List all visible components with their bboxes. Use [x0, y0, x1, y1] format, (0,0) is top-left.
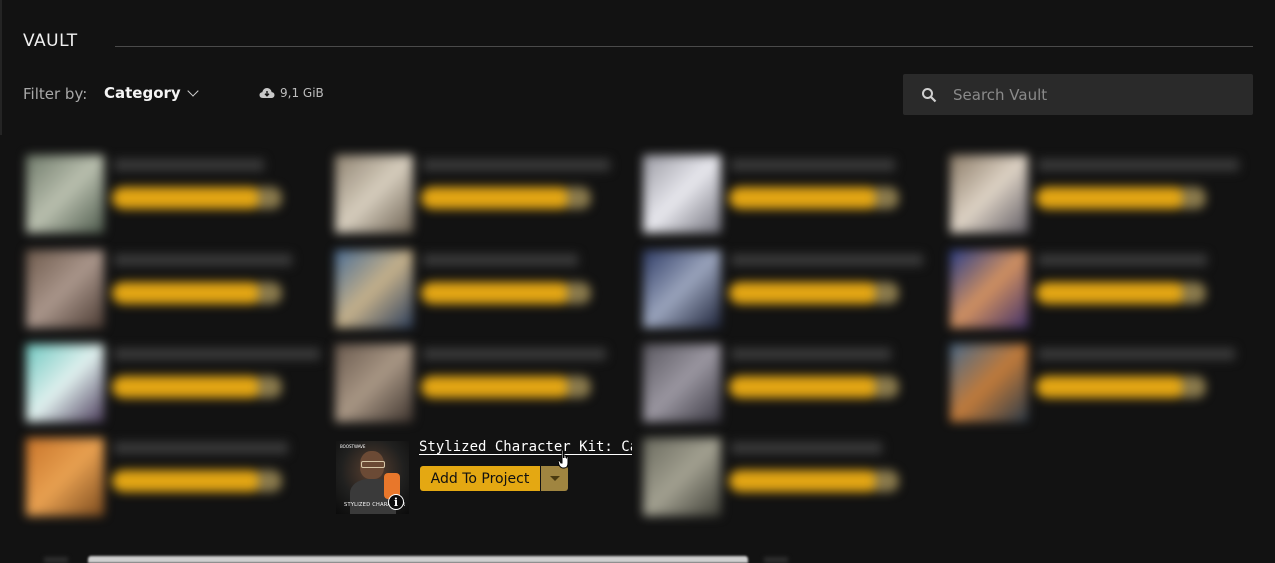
add-to-project-dropdown[interactable]	[875, 376, 899, 398]
asset-thumbnail[interactable]	[26, 344, 104, 422]
search-box[interactable]	[903, 74, 1253, 115]
thumbnail-brand-text: BOOSTWAVE	[340, 444, 366, 449]
page-title: VAULT	[23, 31, 78, 51]
asset-card[interactable]	[26, 344, 326, 434]
asset-thumbnail[interactable]	[26, 155, 104, 233]
add-to-project-dropdown[interactable]	[567, 282, 591, 304]
add-to-project-dropdown[interactable]	[258, 187, 282, 209]
add-to-project-button[interactable]: Add To Project	[420, 466, 540, 491]
asset-card[interactable]	[335, 250, 635, 340]
asset-thumbnail[interactable]	[950, 155, 1028, 233]
add-to-project-button[interactable]	[1036, 282, 1186, 304]
asset-card[interactable]	[950, 250, 1250, 340]
asset-title-placeholder	[731, 348, 891, 360]
add-to-project-button[interactable]	[729, 376, 879, 398]
add-to-project-button[interactable]	[112, 187, 262, 209]
asset-card[interactable]	[950, 155, 1250, 245]
add-to-project-dropdown[interactable]	[258, 376, 282, 398]
asset-title-placeholder	[114, 159, 264, 171]
asset-thumbnail[interactable]	[335, 155, 413, 233]
title-divider	[115, 46, 1253, 47]
add-to-project-button[interactable]	[421, 376, 571, 398]
asset-title-link[interactable]: Stylized Character Kit: Casual 02	[419, 439, 632, 455]
asset-title-placeholder	[731, 159, 895, 171]
asset-title-placeholder	[114, 442, 288, 454]
add-to-project-button[interactable]	[729, 187, 879, 209]
cloud-download-icon	[259, 88, 275, 98]
asset-thumbnail[interactable]	[26, 250, 104, 328]
asset-card[interactable]	[643, 344, 943, 434]
asset-thumbnail[interactable]	[950, 344, 1028, 422]
add-to-project-dropdown[interactable]	[875, 470, 899, 492]
asset-card[interactable]	[643, 250, 943, 340]
add-to-project-dropdown[interactable]	[567, 376, 591, 398]
category-dropdown[interactable]: Category	[104, 84, 199, 102]
search-icon	[922, 87, 937, 102]
asset-card[interactable]	[26, 438, 326, 528]
add-to-project-button[interactable]	[1036, 187, 1186, 209]
add-to-project-dropdown[interactable]	[875, 187, 899, 209]
info-icon[interactable]: i	[388, 494, 404, 510]
asset-card[interactable]	[643, 155, 943, 245]
character-glasses-shape	[361, 461, 385, 468]
add-to-project-dropdown[interactable]	[1182, 282, 1206, 304]
hand-pointer-icon	[558, 449, 569, 469]
category-dropdown-label: Category	[104, 84, 181, 102]
search-input[interactable]	[951, 84, 1245, 105]
asset-card-focused[interactable]: BOOSTWAVE STYLIZED CHARACTER i Stylized …	[336, 439, 636, 521]
asset-title-placeholder	[731, 442, 882, 454]
add-to-project-button[interactable]	[729, 282, 879, 304]
add-to-project-button[interactable]	[112, 376, 262, 398]
chevron-down-icon	[187, 85, 199, 97]
asset-title-placeholder	[423, 254, 578, 266]
asset-title-placeholder	[423, 348, 606, 360]
asset-title-placeholder	[423, 159, 610, 171]
asset-card[interactable]	[26, 250, 326, 340]
asset-thumbnail[interactable]	[643, 155, 721, 233]
add-to-project-dropdown[interactable]	[875, 282, 899, 304]
asset-title-placeholder	[1038, 159, 1239, 171]
scrollbar-thumb[interactable]	[88, 556, 748, 563]
asset-card[interactable]	[643, 438, 943, 528]
asset-card[interactable]	[26, 155, 326, 245]
asset-title-placeholder	[114, 254, 292, 266]
asset-thumbnail[interactable]: BOOSTWAVE STYLIZED CHARACTER i	[336, 441, 409, 514]
asset-title-placeholder	[114, 348, 320, 360]
sidebar-edge	[0, 0, 2, 135]
asset-thumbnail[interactable]	[26, 438, 104, 516]
add-to-project-button[interactable]	[112, 470, 262, 492]
add-to-project-dropdown[interactable]	[1182, 187, 1206, 209]
caret-down-icon	[550, 476, 560, 481]
add-to-project-dropdown[interactable]	[1182, 376, 1206, 398]
vault-page: VAULT Filter by: Category 9,1 GiB BOOSTW…	[0, 0, 1275, 563]
asset-thumbnail[interactable]	[950, 250, 1028, 328]
add-to-project-button[interactable]	[729, 470, 879, 492]
storage-size: 9,1 GiB	[280, 86, 324, 100]
filter-label: Filter by:	[23, 85, 88, 103]
add-to-project-dropdown[interactable]	[258, 470, 282, 492]
add-to-project-button[interactable]	[421, 187, 571, 209]
asset-thumbnail[interactable]	[643, 250, 721, 328]
add-to-project-button[interactable]	[1036, 376, 1186, 398]
scroll-right-arrow[interactable]	[764, 557, 788, 563]
add-to-project-dropdown[interactable]	[567, 187, 591, 209]
asset-card[interactable]	[335, 344, 635, 434]
asset-thumbnail[interactable]	[335, 344, 413, 422]
asset-thumbnail[interactable]	[335, 250, 413, 328]
asset-card[interactable]	[335, 155, 635, 245]
scroll-left-arrow[interactable]	[44, 557, 68, 563]
add-to-project-dropdown[interactable]	[258, 282, 282, 304]
add-to-project-button[interactable]	[112, 282, 262, 304]
asset-thumbnail[interactable]	[643, 344, 721, 422]
add-to-project-button[interactable]	[421, 282, 571, 304]
asset-title-placeholder	[731, 254, 923, 266]
asset-thumbnail[interactable]	[643, 438, 721, 516]
asset-title-placeholder	[1038, 254, 1207, 266]
asset-title-placeholder	[1038, 348, 1235, 360]
storage-indicator: 9,1 GiB	[259, 86, 324, 100]
asset-card[interactable]	[950, 344, 1250, 434]
